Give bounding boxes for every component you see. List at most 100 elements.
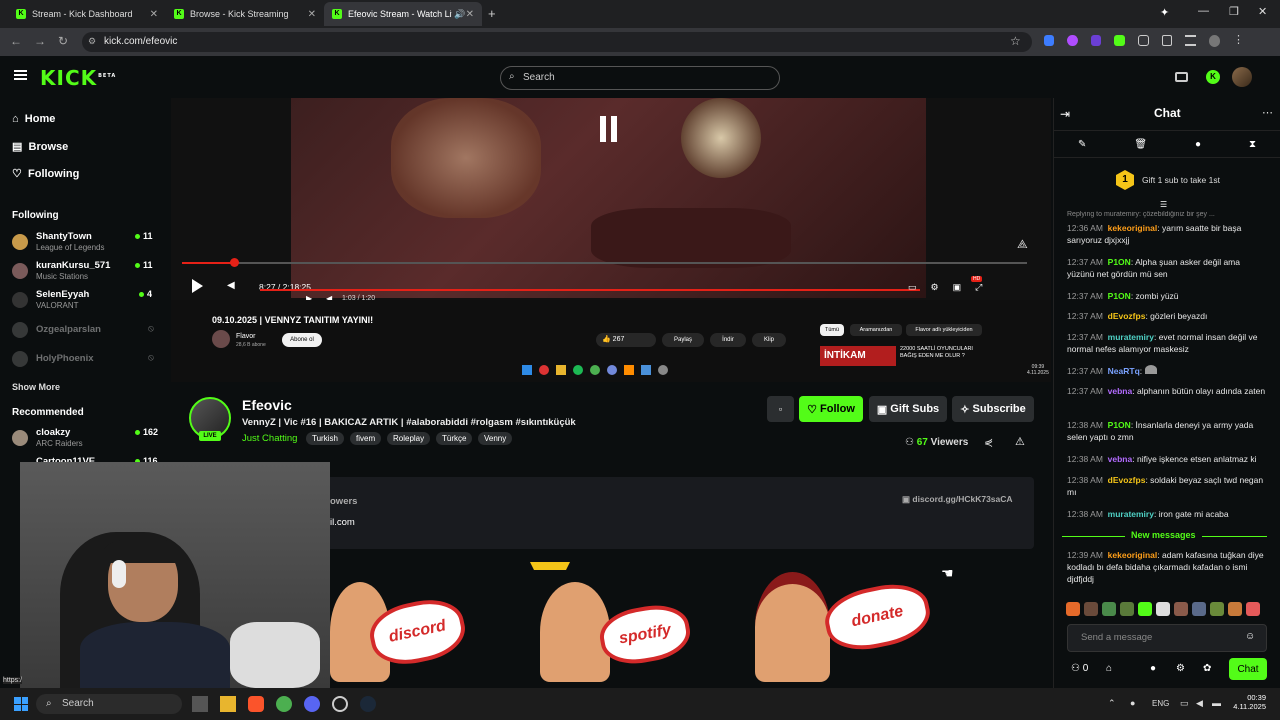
- tag-venny[interactable]: Venny: [478, 432, 513, 445]
- chat-message[interactable]: 12:37 AM dEvozfps: gözleri beyazdı: [1067, 310, 1267, 322]
- new-tab-icon[interactable]: +: [488, 6, 496, 21]
- send-chat-button[interactable]: Chat: [1229, 658, 1267, 680]
- hourglass-icon[interactable]: ⧗: [1249, 139, 1256, 150]
- chat-username[interactable]: P1ON: [1108, 257, 1131, 267]
- tag-roleplay[interactable]: Roleplay: [387, 432, 431, 445]
- chapters-icon[interactable]: ▭: [908, 282, 917, 294]
- chat-username[interactable]: NeaRTq: [1108, 366, 1140, 376]
- network-icon[interactable]: ▭: [1180, 698, 1189, 709]
- following-channel-shantytown[interactable]: ShantyTown League of Legends 11: [12, 231, 162, 257]
- site-info-icon[interactable]: ⚙: [88, 36, 96, 47]
- settings-icon[interactable]: ⚙: [1176, 663, 1185, 674]
- chat-message[interactable]: 12:39 AM kekeoriginal: adam kafasına tuğ…: [1067, 549, 1267, 585]
- chat-message[interactable]: 12:38 AM vebna: nifiye işkence etsen anl…: [1067, 453, 1267, 465]
- emote-icon[interactable]: [1102, 602, 1116, 616]
- emote-icon[interactable]: [1174, 602, 1188, 616]
- reload-icon[interactable]: ↻: [58, 34, 68, 48]
- url-field[interactable]: kick.com/efeovic: [82, 32, 1032, 52]
- microphone-icon[interactable]: ●: [1130, 698, 1135, 708]
- sidepanel-icon[interactable]: [1161, 35, 1173, 46]
- chrome-icon[interactable]: [276, 696, 292, 712]
- tab-efeovic-stream[interactable]: K Efeovic Stream - Watch Live 🔊 ✕: [324, 2, 482, 26]
- play-icon[interactable]: [192, 279, 203, 293]
- chat-bubble-icon[interactable]: ●: [1195, 139, 1201, 150]
- main-progress-handle[interactable]: [230, 258, 239, 267]
- emoji-picker-icon[interactable]: ☺: [1245, 631, 1255, 642]
- donate-sticker[interactable]: donate: [745, 562, 936, 688]
- theater-icon[interactable]: ▣: [953, 282, 962, 294]
- obs-icon[interactable]: [332, 696, 348, 712]
- forward-icon[interactable]: →: [34, 34, 46, 48]
- notification-button[interactable]: ▫: [767, 396, 794, 422]
- taskbar-search[interactable]: Search: [36, 694, 182, 714]
- emote-icon[interactable]: [1192, 602, 1206, 616]
- pin-icon[interactable]: ✎: [1078, 139, 1086, 150]
- discord-icon[interactable]: [304, 696, 320, 712]
- tray-overflow-icon[interactable]: ⌃: [1108, 698, 1116, 709]
- following-channel-ozgealparslan[interactable]: Ozgealparslan ⦸: [12, 322, 162, 338]
- spotify-sticker[interactable]: spotify: [520, 562, 700, 688]
- sidebar-item-following[interactable]: ♡ Following: [12, 167, 79, 180]
- chat-message-input[interactable]: Send a message: [1067, 624, 1267, 652]
- extension-icon[interactable]: [1114, 35, 1125, 46]
- sidebar-item-browse[interactable]: ▤ Browse: [12, 140, 68, 153]
- emote-icon[interactable]: [1138, 602, 1152, 616]
- kick-logo[interactable]: KICKBETA: [40, 66, 116, 90]
- chat-options-icon[interactable]: ⋯: [1262, 106, 1273, 119]
- discord-sticker[interactable]: discord: [330, 562, 510, 688]
- streamer-name[interactable]: Efeovic: [242, 397, 292, 413]
- chat-message[interactable]: 12:37 AM muratemiry: evet normal insan d…: [1067, 331, 1267, 355]
- chat-username[interactable]: P1ON: [1108, 291, 1131, 301]
- chat-username[interactable]: dEvozfps: [1108, 475, 1146, 485]
- puzzle-icon[interactable]: [1137, 35, 1149, 46]
- close-tab-icon[interactable]: ✕: [308, 9, 316, 20]
- chat-username[interactable]: muratemiry: [1108, 332, 1154, 342]
- gift-subs-button[interactable]: ▣ Gift Subs: [869, 396, 947, 422]
- windows-start-icon[interactable]: [14, 697, 28, 711]
- hamburger-menu-icon[interactable]: [14, 70, 27, 80]
- emote-icon[interactable]: [1210, 602, 1224, 616]
- following-channel-holyphoenix[interactable]: HolyPhoenix ⦸: [12, 351, 162, 367]
- chat-users-count[interactable]: ⚇ 0: [1071, 663, 1088, 674]
- speaker-icon[interactable]: ◀: [1196, 698, 1203, 709]
- task-view-icon[interactable]: [192, 696, 208, 712]
- chat-username[interactable]: kekeoriginal: [1108, 223, 1158, 233]
- sidebar-item-home[interactable]: ⌂ Home: [12, 113, 55, 125]
- share-icon[interactable]: ⋞: [984, 436, 993, 449]
- chat-username[interactable]: kekeoriginal: [1108, 550, 1158, 560]
- close-tab-icon[interactable]: ✕: [150, 9, 158, 20]
- discord-link[interactable]: ▣ discord.gg/HCkK73saCA: [902, 494, 1013, 505]
- extension-icon[interactable]: [1090, 35, 1102, 46]
- system-clock[interactable]: 00:39 4.11.2025: [1232, 693, 1266, 711]
- drops-icon[interactable]: [1175, 72, 1188, 82]
- emote-icon[interactable]: [1120, 602, 1134, 616]
- gemini-icon[interactable]: ✦: [1160, 6, 1169, 19]
- collapse-chat-icon[interactable]: ⇥: [1060, 107, 1070, 121]
- report-icon[interactable]: ⚠: [1015, 435, 1025, 448]
- close-tab-icon[interactable]: ✕: [466, 9, 474, 20]
- chat-username[interactable]: vebna: [1108, 386, 1133, 396]
- main-progress-bar[interactable]: [182, 262, 1027, 264]
- reading-list-icon[interactable]: [1185, 35, 1196, 46]
- tab-kick-browse[interactable]: K Browse - Kick Streaming ✕: [166, 2, 324, 26]
- tab-kick-dashboard[interactable]: K Stream - Kick Dashboard ✕: [8, 2, 166, 26]
- emote-icon[interactable]: [1066, 602, 1080, 616]
- maximize-icon[interactable]: ❐: [1229, 5, 1239, 18]
- chat-username[interactable]: dEvozfps: [1108, 311, 1146, 321]
- chat-message[interactable]: 12:37 AM vebna: alphanın bütün olayı adı…: [1067, 385, 1267, 397]
- battery-icon[interactable]: ▬: [1212, 698, 1221, 708]
- volume-icon[interactable]: ◀: [227, 280, 235, 291]
- emote-icon[interactable]: [1228, 602, 1242, 616]
- chat-message[interactable]: 12:38 AM muratemiry: iron gate mi acaba: [1067, 508, 1267, 520]
- chat-message[interactable]: 12:38 AM dEvozfps: soldaki beyaz saçlı t…: [1067, 474, 1267, 498]
- tag-turkish[interactable]: Turkish: [306, 432, 344, 445]
- chat-message[interactable]: 12:37 AM NeaRTq:: [1067, 365, 1267, 377]
- filter-icon[interactable]: ☰: [1160, 200, 1167, 209]
- chat-username[interactable]: P1ON: [1108, 420, 1131, 430]
- bookmark-star-icon[interactable]: ☆: [1010, 34, 1021, 48]
- subscribe-button[interactable]: ✧ Subscribe: [952, 396, 1034, 422]
- kick-emote-icon[interactable]: ✿: [1203, 663, 1211, 674]
- pause-overlay-icon[interactable]: [596, 116, 620, 144]
- file-explorer-icon[interactable]: [220, 696, 236, 712]
- profile-avatar[interactable]: [1208, 35, 1221, 47]
